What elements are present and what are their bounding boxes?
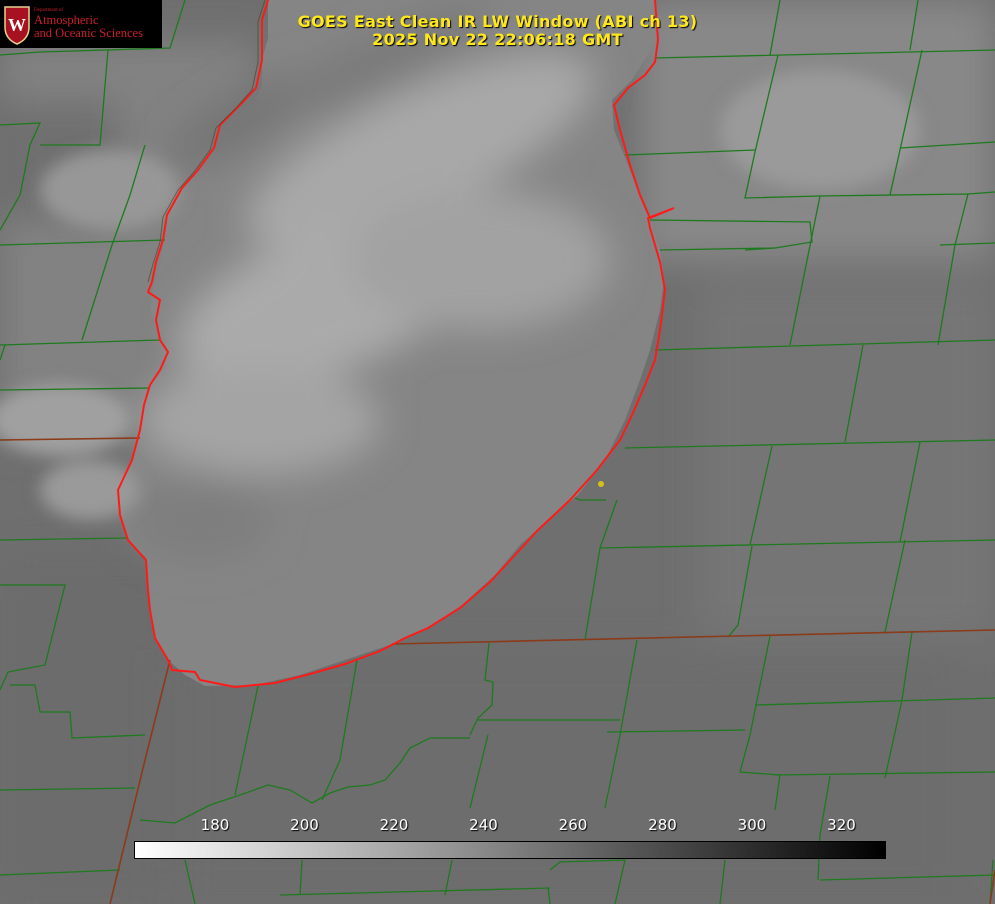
colorbar-tick-label: 280 <box>648 816 677 834</box>
colorbar-tick-label: 320 <box>827 816 856 834</box>
colorbar-tick-label: 220 <box>379 816 409 834</box>
satellite-image-viewer: GOES East Clean IR LW Window (ABI ch 13)… <box>0 0 995 904</box>
department-logo: W Department of Atmospheric and Oceanic … <box>0 0 162 48</box>
logo-line2: and Oceanic Sciences <box>34 26 143 40</box>
satellite-map <box>0 0 995 904</box>
colorbar-tick-label: 200 <box>290 816 319 834</box>
colorbar <box>134 841 886 859</box>
image-title: GOES East Clean IR LW Window (ABI ch 13) <box>297 12 698 31</box>
colorbar-tick-label: 180 <box>200 816 230 834</box>
university-seal-icon: W <box>4 6 30 45</box>
location-marker <box>598 481 604 487</box>
seal-letter: W <box>8 15 26 35</box>
colorbar-tick-label: 260 <box>558 816 588 834</box>
image-timestamp: 2025 Nov 22 22:06:18 GMT <box>372 30 623 49</box>
colorbar-tick-label: 300 <box>737 816 767 834</box>
colorbar-tick-label: 240 <box>469 816 498 834</box>
